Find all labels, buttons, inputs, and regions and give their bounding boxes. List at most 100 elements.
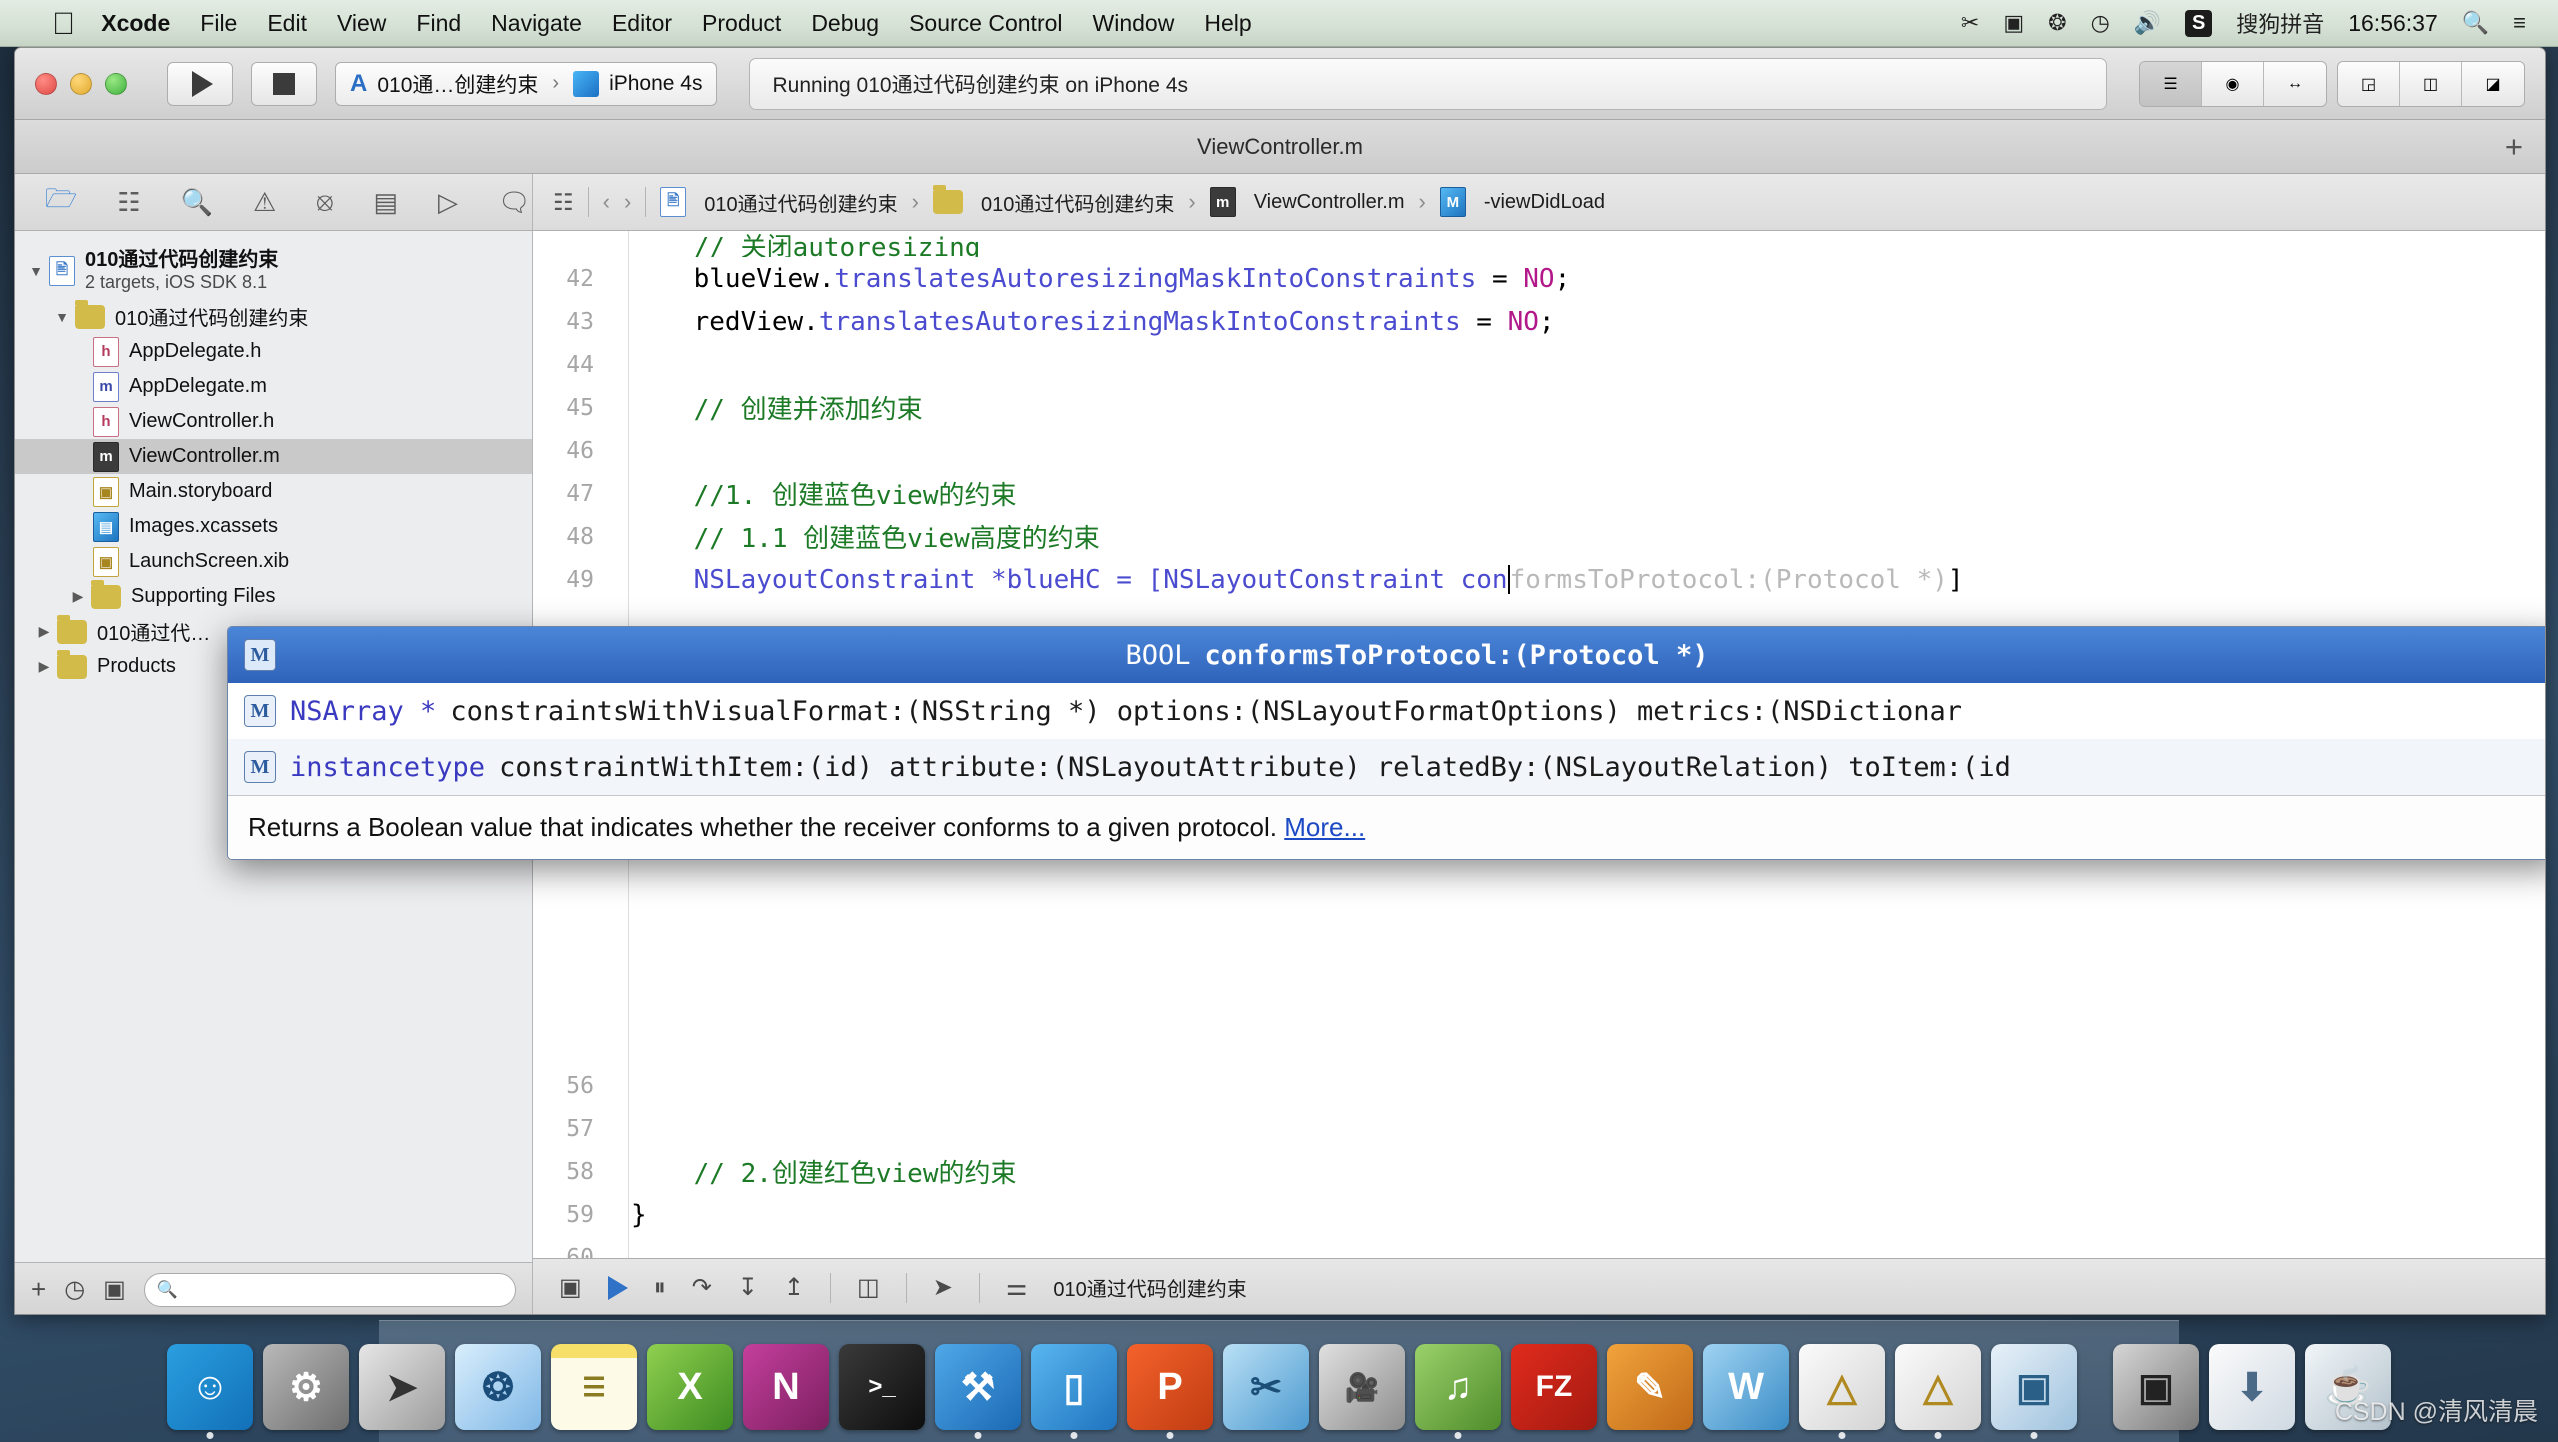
debug-process-label[interactable]: 010通过代码创建约束 (1053, 1273, 1246, 1302)
navigator-row-project[interactable]: ▼ 🖹 010通过代码创建约束 2 targets, iOS SDK 8.1 (15, 243, 532, 299)
dock-item-notes[interactable]: ☰ (551, 1344, 637, 1430)
navigator-row-file[interactable]: h ViewController.h (15, 404, 532, 439)
dock-item-system-preferences[interactable]: ⚙ (263, 1344, 349, 1430)
toggle-debug-area-button[interactable]: ◫ (2400, 62, 2462, 106)
dock-item-paintbrush[interactable]: ✎ (1607, 1344, 1693, 1430)
disclosure-triangle-closed-icon[interactable]: ▶ (31, 623, 57, 640)
code-line[interactable]: 45 // 创建并添加约束 (533, 386, 2545, 429)
dock-item-downloads-stack[interactable]: ⬇ (2209, 1344, 2295, 1430)
code-line[interactable]: // 关闭autoresizing (533, 233, 2545, 257)
back-button[interactable]: ‹ (603, 189, 610, 215)
add-tab-button[interactable]: + (2505, 129, 2523, 165)
breadcrumb-file[interactable]: m ViewController.m (1210, 187, 1405, 217)
code-line[interactable]: 43 redView.translatesAutoresizingMaskInt… (533, 300, 2545, 343)
breadcrumb-group[interactable]: 010通过代码创建约束 (933, 188, 1174, 217)
report-navigator-tab[interactable]: 🗨 (498, 187, 531, 218)
dock-item-microsoft-excel[interactable]: X (647, 1344, 733, 1430)
disclosure-triangle-closed-icon[interactable]: ▶ (31, 658, 57, 675)
menu-item-edit[interactable]: Edit (267, 10, 307, 37)
code-line[interactable]: 48 // 1.1 创建蓝色view高度的约束 (533, 515, 2545, 558)
dock-item-microsoft-onenote[interactable]: N (743, 1344, 829, 1430)
disclosure-triangle-closed-icon[interactable]: ▶ (65, 588, 91, 605)
scissors-icon[interactable]: ✂ (1961, 10, 1979, 36)
menu-item-window[interactable]: Window (1093, 10, 1175, 37)
code-line[interactable]: 60 (533, 1236, 2545, 1258)
input-method-badge[interactable]: S (2185, 10, 2212, 37)
dock-item-xcode[interactable]: ⚒ (935, 1344, 1021, 1430)
list-icon[interactable]: ≡ (2513, 10, 2526, 36)
code-line-with-completion[interactable]: 49 NSLayoutConstraint *blueHC = [NSLayou… (533, 558, 2545, 601)
dock-item-ios-simulator[interactable]: ▯ (1031, 1344, 1117, 1430)
symbol-navigator-tab[interactable]: ☷ (117, 187, 140, 218)
breakpoint-navigator-tab[interactable]: ▷ (438, 187, 458, 218)
volume-icon[interactable]: 🔊 (2134, 10, 2161, 36)
code-line[interactable]: 59 } (533, 1193, 2545, 1236)
scheme-selector[interactable]: A 010通…创建约束 › iPhone 4s (335, 62, 717, 106)
code-line[interactable]: 46 (533, 429, 2545, 472)
navigator-row-file-selected[interactable]: m ViewController.m (15, 439, 532, 474)
code-line[interactable]: 58 // 2.创建红色view的约束 (533, 1150, 2545, 1193)
related-items-icon[interactable]: ☷ (553, 189, 574, 216)
input-method-label[interactable]: 搜狗拼音 (2236, 7, 2324, 39)
autocomplete-popup[interactable]: M BOOL conformsToProtocol:(Protocol *) M… (227, 626, 2546, 860)
project-navigator-tab[interactable]: 🗁 (45, 180, 77, 224)
step-over-icon[interactable]: ↷ (692, 1273, 712, 1302)
issue-navigator-tab[interactable]: ⚠ (253, 187, 276, 218)
autocomplete-row[interactable]: M NSArray * constraintsWithVisualFormat:… (228, 683, 2546, 739)
apple-icon[interactable]:  (52, 8, 75, 39)
navigator-row-file[interactable]: ▣ Main.storyboard (15, 474, 532, 509)
dock-item-safari[interactable]: ❂ (455, 1344, 541, 1430)
code-line[interactable]: 44 (533, 343, 2545, 386)
dock-item-filezilla[interactable]: FZ (1511, 1344, 1597, 1430)
navigator-row-file[interactable]: ▣ LaunchScreen.xib (15, 544, 532, 579)
dock-item-preview[interactable]: ▣ (1991, 1344, 2077, 1430)
dock-item-wps[interactable]: W (1703, 1344, 1789, 1430)
disclosure-triangle-open-icon[interactable]: ▼ (49, 309, 75, 325)
code-line[interactable]: 56 (533, 1064, 2545, 1107)
dock-item-pages[interactable]: △ (1895, 1344, 1981, 1430)
dock-item-mplayerx[interactable]: ♫ (1415, 1344, 1501, 1430)
breadcrumb-project[interactable]: 🖹 010通过代码创建约束 (660, 187, 897, 217)
menu-item-navigate[interactable]: Navigate (491, 10, 582, 37)
code-line[interactable]: 42 blueView.translatesAutoresizingMaskIn… (533, 257, 2545, 300)
autocomplete-row[interactable]: M instancetype constraintWithItem:(id) a… (228, 739, 2546, 795)
hide-debug-area-icon[interactable]: ▣ (559, 1273, 582, 1302)
dock-item-prepros[interactable]: P (1127, 1344, 1213, 1430)
source-control-icon[interactable]: ▣ (103, 1275, 126, 1304)
test-navigator-tab[interactable]: ⦻ (316, 186, 333, 218)
search-icon[interactable]: 🔍 (2462, 10, 2489, 36)
navigator-row-file[interactable]: ▤ Images.xcassets (15, 509, 532, 544)
filter-input[interactable]: 🔍 (144, 1273, 516, 1307)
dock-item-keynote[interactable]: △ (1799, 1344, 1885, 1430)
bluetooth-icon[interactable]: ❂ (2048, 10, 2066, 36)
menu-item-find[interactable]: Find (416, 10, 461, 37)
assistant-editor-button[interactable]: ◉ (2202, 62, 2264, 106)
menu-item-help[interactable]: Help (1204, 10, 1251, 37)
screen-record-icon[interactable]: ▣ (2003, 10, 2024, 36)
view-debugging-icon[interactable]: ◫ (857, 1273, 880, 1302)
code-line[interactable]: 47 //1. 创建蓝色view的约束 (533, 472, 2545, 515)
navigator-row-file[interactable]: m AppDelegate.m (15, 369, 532, 404)
step-out-icon[interactable]: ↥ (784, 1273, 804, 1302)
disclosure-triangle-open-icon[interactable]: ▼ (23, 263, 49, 279)
navigator-row-group[interactable]: ▼ 010通过代码创建约束 (15, 299, 532, 334)
menu-item-view[interactable]: View (337, 10, 386, 37)
navigator-row-file[interactable]: h AppDelegate.h (15, 334, 532, 369)
menu-item-debug[interactable]: Debug (811, 10, 879, 37)
dock-item-finder[interactable]: ☺ (167, 1344, 253, 1430)
close-button[interactable] (35, 73, 57, 95)
menu-item-editor[interactable]: Editor (612, 10, 672, 37)
autocomplete-row-selected[interactable]: M BOOL conformsToProtocol:(Protocol *) (228, 627, 2546, 683)
dock-item-terminal[interactable]: >_ (839, 1344, 925, 1430)
zoom-button[interactable] (105, 73, 127, 95)
more-link[interactable]: More... (1284, 812, 1365, 842)
version-editor-button[interactable]: ↔ (2264, 62, 2326, 106)
stack-frame-icon[interactable]: ⚌ (1006, 1273, 1028, 1302)
scheme-name[interactable]: 010通…创建约束 (377, 69, 538, 99)
menu-bar-clock[interactable]: 16:56:37 (2348, 10, 2438, 37)
menu-item-source-control[interactable]: Source Control (909, 10, 1062, 37)
run-button[interactable] (167, 62, 233, 106)
menu-item-product[interactable]: Product (702, 10, 781, 37)
debug-navigator-tab[interactable]: ▤ (373, 187, 398, 218)
code-line[interactable]: 57 (533, 1107, 2545, 1150)
